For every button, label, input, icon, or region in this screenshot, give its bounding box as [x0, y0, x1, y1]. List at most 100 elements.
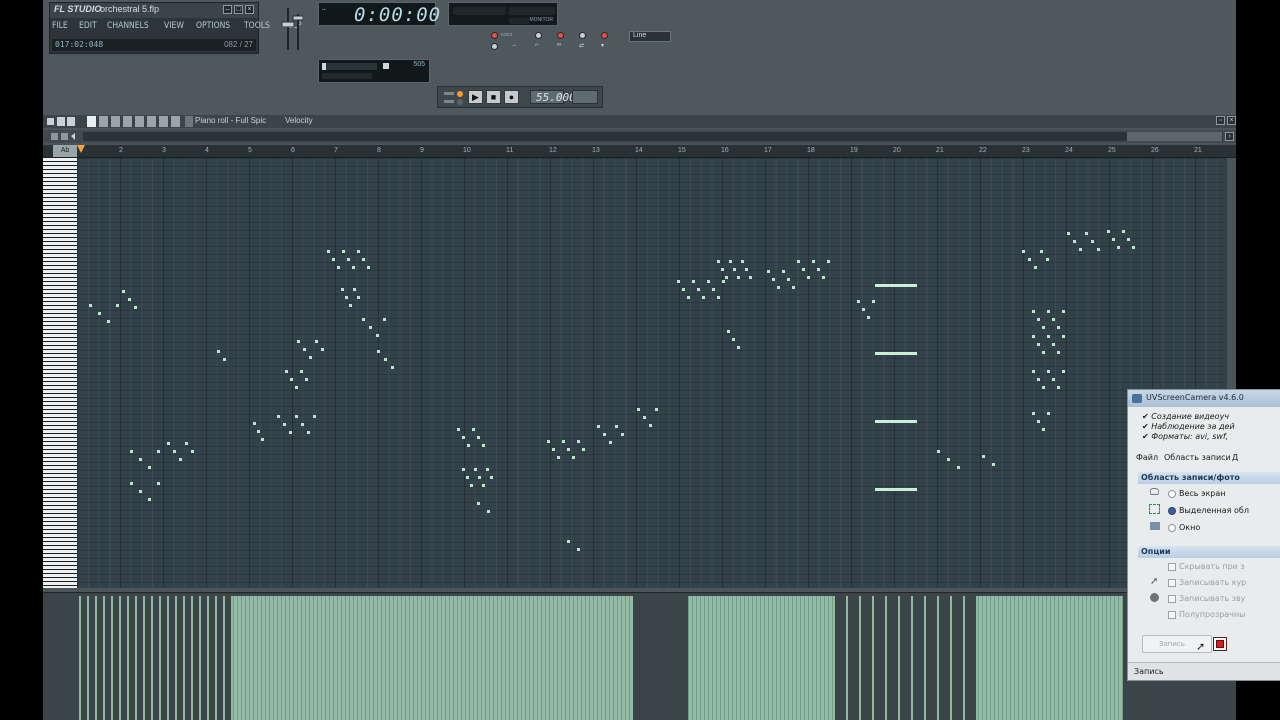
note[interactable] [332, 258, 335, 261]
note[interactable] [1037, 420, 1040, 423]
song-position-display[interactable]: 505 [318, 59, 430, 83]
note[interactable] [261, 438, 264, 441]
note[interactable] [1112, 238, 1115, 241]
blend-icon[interactable] [579, 32, 586, 39]
note[interactable] [345, 296, 348, 299]
menu-edit[interactable]: EDIT [79, 21, 97, 37]
note[interactable] [321, 348, 324, 351]
check-sound[interactable] [1168, 595, 1176, 603]
note[interactable] [285, 370, 288, 373]
note[interactable] [1132, 246, 1135, 249]
velocity-bar[interactable] [963, 596, 965, 720]
note[interactable] [367, 266, 370, 269]
minimize-icon[interactable]: – [223, 5, 232, 14]
pr-detach-icon[interactable]: ▫ [1216, 116, 1225, 125]
note[interactable] [725, 276, 728, 279]
note[interactable] [817, 268, 820, 271]
note[interactable] [457, 428, 460, 431]
note[interactable] [107, 320, 110, 323]
note[interactable] [722, 280, 725, 283]
note[interactable] [745, 268, 748, 271]
note[interactable] [391, 366, 394, 369]
note[interactable] [307, 431, 310, 434]
note[interactable] [1047, 412, 1050, 415]
note[interactable] [1037, 378, 1040, 381]
uv-menu-more[interactable]: Д [1232, 453, 1238, 462]
snap-icon[interactable]: ⌐ [535, 42, 547, 50]
note[interactable] [383, 318, 386, 321]
close-icon[interactable]: × [245, 5, 254, 14]
option-hide[interactable]: Скрывать при з [1179, 562, 1245, 571]
note[interactable] [357, 296, 360, 299]
note[interactable] [116, 304, 119, 307]
note[interactable] [1047, 370, 1050, 373]
note[interactable] [122, 290, 125, 293]
typing-keyboard-icon[interactable] [491, 43, 498, 50]
velocity-bar[interactable] [924, 596, 926, 720]
note[interactable] [867, 316, 870, 319]
note[interactable] [130, 450, 133, 453]
line-mode-select[interactable]: Line [629, 31, 671, 42]
record-icon[interactable]: ● [504, 90, 519, 104]
uv-menu-area[interactable]: Область записи [1164, 453, 1231, 462]
note[interactable] [290, 378, 293, 381]
note[interactable] [562, 440, 565, 443]
note[interactable] [148, 498, 151, 501]
note[interactable] [309, 356, 312, 359]
note[interactable] [937, 450, 940, 453]
note[interactable] [677, 280, 680, 283]
velocity-bar[interactable] [872, 596, 874, 720]
velocity-lane[interactable] [43, 592, 1236, 720]
note[interactable] [257, 430, 260, 433]
note[interactable] [289, 431, 292, 434]
note[interactable] [337, 266, 340, 269]
note[interactable] [223, 358, 226, 361]
note[interactable] [1073, 240, 1076, 243]
note[interactable] [1057, 351, 1060, 354]
note[interactable] [729, 260, 732, 263]
note[interactable] [341, 288, 344, 291]
note[interactable] [179, 458, 182, 461]
note[interactable] [567, 448, 570, 451]
velocity-bar[interactable] [79, 596, 81, 720]
stop-icon[interactable]: ■ [486, 90, 501, 104]
note[interactable] [1037, 318, 1040, 321]
note[interactable] [462, 468, 465, 471]
tempo-display[interactable]: 55.000 [530, 90, 576, 104]
check-cursor[interactable] [1168, 579, 1176, 587]
note[interactable] [349, 304, 352, 307]
note[interactable] [1046, 258, 1049, 261]
note[interactable] [1052, 378, 1055, 381]
note[interactable] [315, 340, 318, 343]
note[interactable] [472, 428, 475, 431]
menu-view[interactable]: VIEW [164, 21, 184, 37]
velocity-bar[interactable] [231, 596, 233, 720]
note[interactable] [139, 458, 142, 461]
note[interactable] [477, 502, 480, 505]
option-transparent[interactable]: Полупрозрачны [1179, 610, 1245, 619]
note[interactable] [134, 306, 137, 309]
note[interactable] [1062, 310, 1065, 313]
note[interactable] [1032, 412, 1035, 415]
note[interactable] [277, 415, 280, 418]
note[interactable] [167, 442, 170, 445]
velocity-bar[interactable] [833, 596, 835, 720]
note[interactable] [577, 440, 580, 443]
note[interactable] [1037, 343, 1040, 346]
snap-selector[interactable]: Ab [53, 145, 77, 157]
pattern-number-display[interactable] [572, 90, 598, 104]
note[interactable] [992, 463, 995, 466]
note[interactable] [717, 260, 720, 263]
note-long[interactable] [875, 352, 917, 355]
velocity-bar[interactable] [207, 596, 209, 720]
velocity-bar[interactable] [937, 596, 939, 720]
note[interactable] [682, 288, 685, 291]
note[interactable] [782, 270, 785, 273]
note[interactable] [467, 444, 470, 447]
note[interactable] [552, 448, 555, 451]
velocity-bar[interactable] [87, 596, 89, 720]
note[interactable] [732, 338, 735, 341]
note[interactable] [470, 484, 473, 487]
note[interactable] [217, 350, 220, 353]
note[interactable] [767, 270, 770, 273]
